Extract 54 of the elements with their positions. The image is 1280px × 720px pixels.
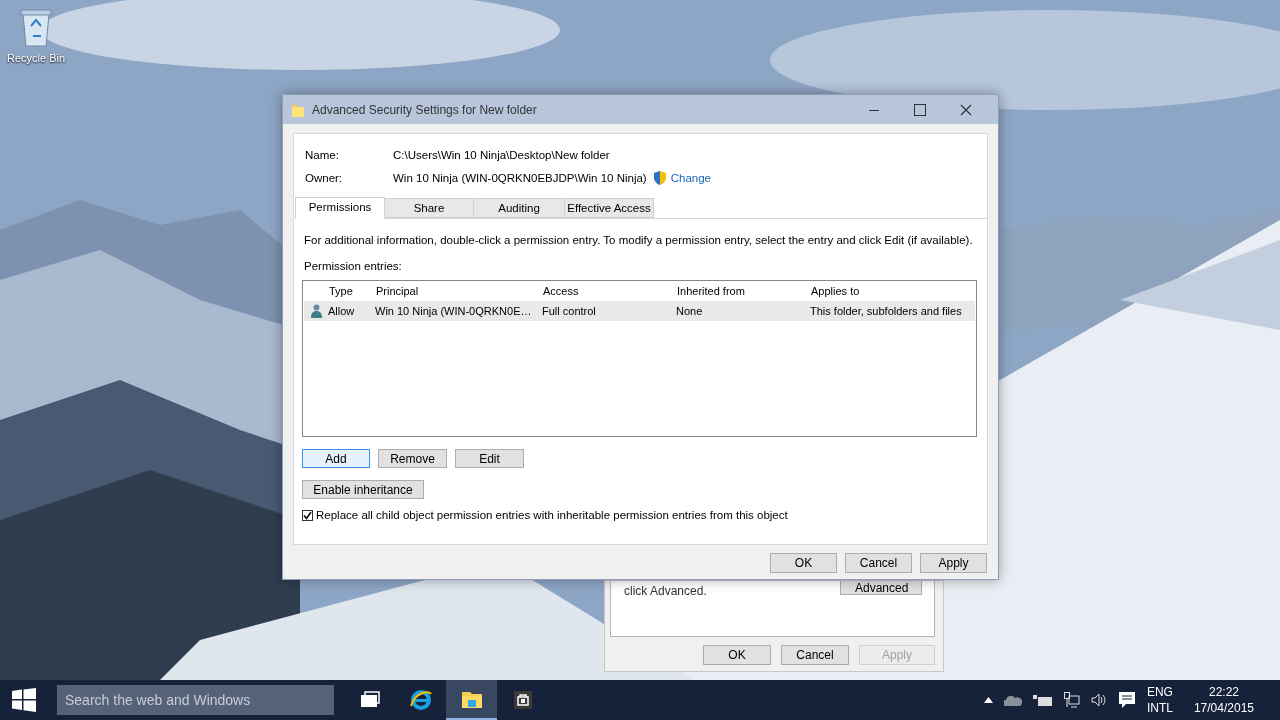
info-text: For additional information, double-click a permission entry. To modify a permission entry, select the entry and click Edit (if available).	[303, 233, 974, 246]
language-indicator[interactable]: ENG INTL	[1146, 684, 1173, 716]
entry-button[interactable]: Add	[302, 449, 370, 468]
change-link[interactable]: Change	[670, 171, 711, 184]
field-label: Owner:	[305, 171, 344, 184]
recycle-bin-icon[interactable]	[19, 6, 53, 48]
chevron-up-icon[interactable]	[983, 697, 993, 703]
entry-button[interactable]: Edit	[455, 449, 524, 468]
enable-inheritance-button[interactable]: Enable inheritance	[302, 480, 424, 499]
cloud-icon[interactable]	[1003, 694, 1022, 706]
folder-icon	[292, 102, 304, 117]
maximize-icon[interactable]	[914, 103, 926, 116]
field-label: Name:	[305, 149, 340, 161]
table-cell-text: Win 10 Ninja (WIN-0QRKN0E…	[375, 305, 533, 317]
checkbox-label[interactable]: Replace all child object permission entries with inheritable permission entries from this object	[316, 509, 788, 521]
search-field[interactable]: Search the web and Windows	[57, 685, 334, 715]
tab[interactable]: Auditing	[473, 198, 565, 218]
window-title: Advanced Security Settings for New folder	[312, 102, 538, 117]
entry-button[interactable]: Remove	[378, 449, 447, 468]
column-header[interactable]: Applies to	[809, 285, 976, 297]
close-icon[interactable]	[960, 103, 972, 116]
table-cell-text: Full control	[542, 305, 597, 317]
windows-logo-icon[interactable]	[11, 687, 37, 713]
table-row[interactable]: Allow Win 10 Ninja (WIN-0QRKN0E… Full control None This folder, subfolders and files	[304, 301, 975, 321]
note-text: click Advanced.	[624, 584, 707, 598]
table-cell-text: Allow	[328, 305, 356, 317]
table-cell-text: This folder, subfolders and files	[810, 305, 963, 317]
dialog-button[interactable]: Apply	[920, 553, 987, 573]
column-header[interactable]: Type	[327, 285, 374, 297]
network-icon[interactable]	[1063, 692, 1080, 708]
clock[interactable]: 22:22 17/04/2015	[1193, 684, 1254, 716]
section-label: Permission entries:	[303, 259, 403, 272]
column-header[interactable]: Access	[541, 285, 675, 297]
user-icon	[310, 304, 322, 318]
tab[interactable]: Permissions	[295, 197, 385, 219]
notification-icon[interactable]	[1117, 691, 1136, 709]
shield-icon	[652, 170, 667, 185]
taskbar-app[interactable]	[446, 680, 497, 720]
checkbox[interactable]	[302, 509, 313, 521]
check-icon	[303, 510, 312, 520]
field-value: C:\Users\Win 10 Ninja\Desktop\New folder	[393, 149, 611, 161]
browser-icon	[408, 688, 433, 712]
tab[interactable]: Effective Access	[564, 198, 654, 218]
dialog-button[interactable]: OK	[770, 553, 837, 573]
volume-icon[interactable]	[1090, 693, 1107, 707]
dialog-button[interactable]: Cancel	[845, 553, 912, 573]
table-cell-text: None	[676, 305, 704, 317]
column-header[interactable]: Inherited from	[675, 285, 809, 297]
field-value: Win 10 Ninja (WIN-0QRKN0EBJDP\Win 10 Ninja)	[393, 171, 647, 184]
dialog-button[interactable]: Cancel	[781, 645, 849, 665]
advanced-button[interactable]: Advanced	[840, 581, 922, 595]
dialog-button[interactable]: OK	[703, 645, 771, 665]
tab[interactable]: Share	[384, 198, 474, 218]
column-header[interactable]: Principal	[374, 285, 541, 297]
